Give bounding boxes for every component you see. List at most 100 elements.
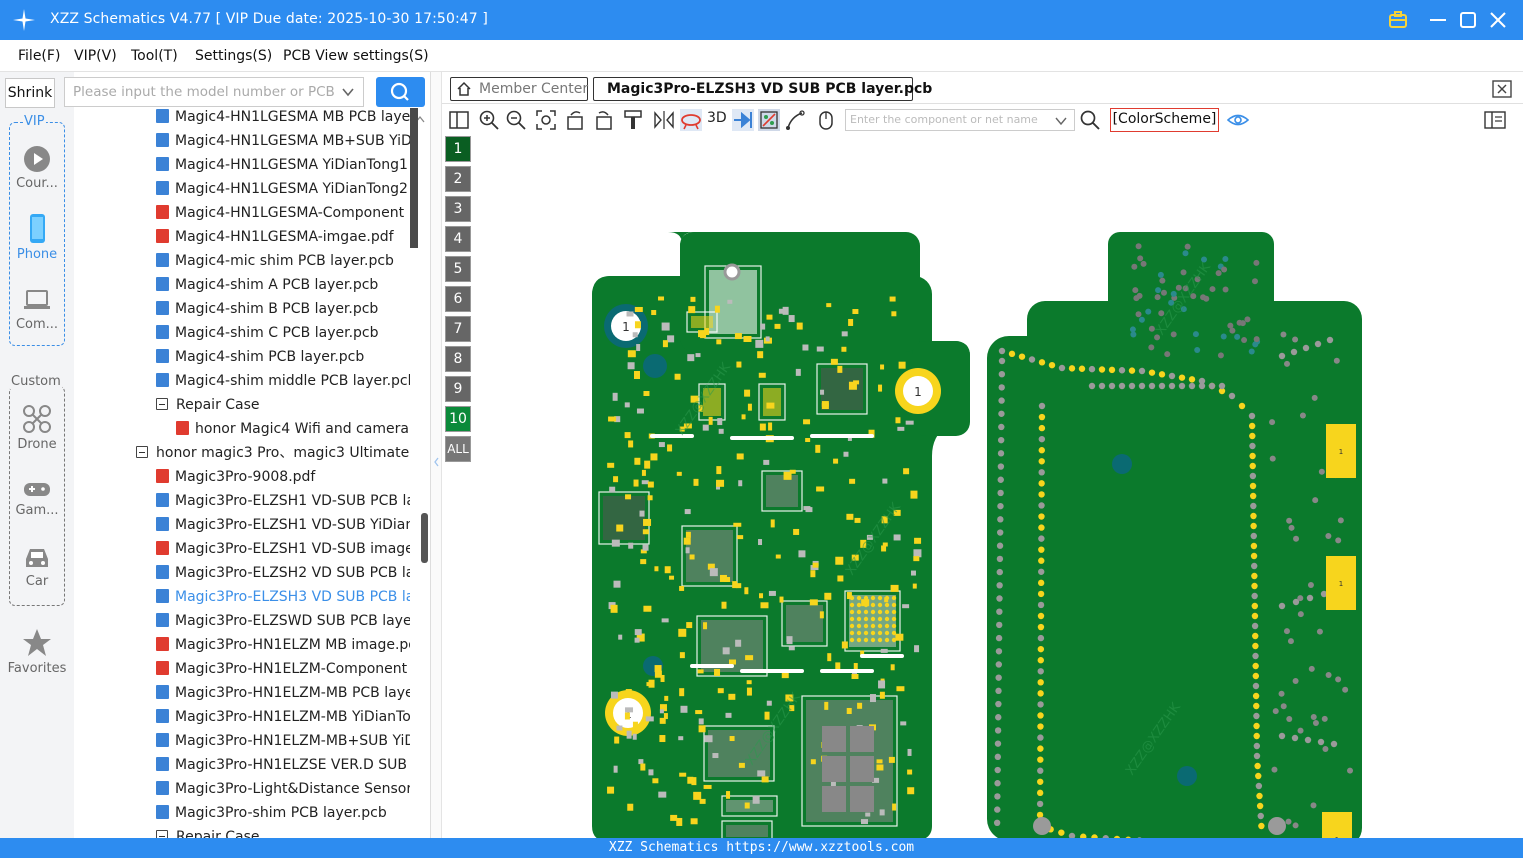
close-button[interactable] xyxy=(1484,6,1512,34)
model-search-input[interactable]: Please input the model number or PCB xyxy=(64,77,364,107)
scrollbar-thumb[interactable] xyxy=(421,513,428,563)
tree-item[interactable]: Magic3Pro-HN1ELZM-MB YiDianTong xyxy=(156,705,410,729)
maximize-button[interactable] xyxy=(1454,6,1482,34)
tree-item[interactable]: Magic4-HN1LGESMA-imgae.pdf xyxy=(156,225,410,249)
layer-button-3[interactable]: 3 xyxy=(445,196,471,222)
briefcase-icon[interactable] xyxy=(1384,6,1412,34)
tree-item-label: Magic3Pro-shim PCB layer.pcb xyxy=(175,805,387,821)
collapse-icon[interactable] xyxy=(136,446,148,458)
tree-item[interactable]: Magic4-HN1LGESMA-Component xyxy=(156,201,410,225)
tree-item[interactable]: Magic3Pro-9008.pdf xyxy=(156,465,410,489)
tree-item[interactable]: Magic3Pro-HN1ELZSE VER.D SUB PCB xyxy=(156,753,410,777)
minimize-button[interactable] xyxy=(1424,6,1452,34)
close-tab-icon[interactable] xyxy=(1492,80,1512,98)
tree-item[interactable]: Magic4-HN1LGESMA MB PCB layer.pcb xyxy=(156,108,410,129)
zoom-in-icon[interactable] xyxy=(478,109,500,131)
mouse-icon[interactable] xyxy=(815,109,837,131)
smd-pad xyxy=(727,299,733,304)
sidebar-item-drone[interactable]: Drone xyxy=(0,403,74,452)
layer-button-all[interactable]: ALL xyxy=(445,436,471,462)
zoom-out-icon[interactable] xyxy=(505,109,527,131)
layer-button-9[interactable]: 9 xyxy=(445,376,471,402)
search-icon[interactable] xyxy=(1079,109,1101,131)
sidebar-item-computer[interactable]: Com... xyxy=(0,285,74,332)
tree-scrollbar[interactable] xyxy=(410,108,430,838)
tree-item[interactable]: honor magic3 Pro、magic3 Ultimate xyxy=(136,441,410,465)
tree-item[interactable]: Magic4-HN1LGESMA YiDianTong2 xyxy=(156,177,410,201)
tree-item[interactable]: Repair Case xyxy=(156,393,410,417)
highlight-net-icon[interactable] xyxy=(732,109,754,131)
layer-button-10[interactable]: 10 xyxy=(445,406,471,432)
layer-button-7[interactable]: 7 xyxy=(445,316,471,342)
3d-view-button[interactable]: 3D xyxy=(707,110,727,126)
chevron-down-icon[interactable] xyxy=(1054,114,1068,128)
menu-file[interactable]: File(F) xyxy=(18,48,60,64)
sidebar-item-car[interactable]: Car xyxy=(0,544,74,589)
sidebar-item-phone[interactable]: Phone xyxy=(0,213,74,262)
tree-item[interactable]: Magic3Pro-ELZSH1 VD-SUB PCB layer xyxy=(156,489,410,513)
eye-icon[interactable] xyxy=(1227,109,1249,131)
tree-item[interactable]: Magic3Pro-ELZSH2 VD SUB PCB layer xyxy=(156,561,410,585)
splitter[interactable] xyxy=(431,72,442,838)
fit-view-icon[interactable] xyxy=(535,109,557,131)
tree-item[interactable]: Magic4-shim A PCB layer.pcb xyxy=(156,273,410,297)
measure-icon[interactable] xyxy=(785,109,807,131)
tree-item[interactable]: Magic4-HN1LGESMA MB+SUB YiDianTong xyxy=(156,129,410,153)
menu-settings[interactable]: Settings(S) xyxy=(195,48,272,64)
smd-pad xyxy=(644,460,651,469)
tree-item[interactable]: Magic3Pro-shim PCB layer.pcb xyxy=(156,801,410,825)
sidebar-item-courses[interactable]: Cour... xyxy=(0,144,74,191)
side-panel-icon[interactable] xyxy=(1484,109,1506,131)
pcb-drawing[interactable]: 111111XZZ@XZZHKXZZ@XZZHKXZZ@XZZHKXZZ@XZZ… xyxy=(442,136,1523,838)
layer-flip-icon[interactable] xyxy=(680,109,702,131)
panel-toggle-icon[interactable] xyxy=(448,109,470,131)
tree-item[interactable]: Magic4-mic shim PCB layer.pcb xyxy=(156,249,410,273)
tree-item[interactable]: Magic3Pro-HN1ELZM-Component xyxy=(156,657,410,681)
tree-item[interactable]: Repair Case xyxy=(156,825,410,838)
smd-pad xyxy=(632,332,638,338)
pcb-canvas[interactable]: 111111XZZ@XZZHKXZZ@XZZHKXZZ@XZZHKXZZ@XZZ… xyxy=(442,136,1523,838)
layer-button-8[interactable]: 8 xyxy=(445,346,471,372)
sidebar-item-game[interactable]: Gam... xyxy=(0,477,74,518)
tree-item[interactable]: Magic3Pro-ELZSH1 VD-SUB image xyxy=(156,537,410,561)
menu-tool[interactable]: Tool(T) xyxy=(131,48,178,64)
rotate-right-icon[interactable] xyxy=(592,109,614,131)
component-search-input[interactable]: Enter the component or net name xyxy=(845,109,1075,131)
menu-pcb-view-settings[interactable]: PCB View settings(S) xyxy=(283,48,429,64)
scrollbar-thumb-left[interactable] xyxy=(410,108,418,248)
tree-item[interactable]: Magic3Pro-ELZSH3 VD SUB PCB layer xyxy=(156,585,410,609)
rotate-left-icon[interactable] xyxy=(565,109,587,131)
tree-item[interactable]: Magic3Pro-Light&Distance Sensor xyxy=(156,777,410,801)
layer-button-2[interactable]: 2 xyxy=(445,166,471,192)
layer-button-4[interactable]: 4 xyxy=(445,226,471,252)
tree-item[interactable]: Magic4-shim PCB layer.pcb xyxy=(156,345,410,369)
board-view-icon[interactable] xyxy=(758,109,780,131)
tree-item[interactable]: Magic4-shim middle PCB layer.pcb xyxy=(156,369,410,393)
sidebar-item-favorites[interactable]: Favorites xyxy=(0,627,74,676)
via xyxy=(996,582,1003,589)
layer-button-1[interactable]: 1 xyxy=(445,136,471,162)
shrink-button[interactable]: Shrink xyxy=(5,78,55,108)
tab-member-center[interactable]: Member Center xyxy=(450,77,588,101)
tree-item[interactable]: Magic3Pro-HN1ELZM MB image.pdf xyxy=(156,633,410,657)
layer-button-5[interactable]: 5 xyxy=(445,256,471,282)
color-scheme-button[interactable]: [ColorScheme] xyxy=(1110,108,1219,132)
tree-item[interactable]: Magic4-shim B PCB layer.pcb xyxy=(156,297,410,321)
mirror-icon[interactable] xyxy=(653,109,675,131)
tree-item[interactable]: honor Magic4 Wifi and camera xyxy=(176,417,410,441)
tree-item[interactable]: Magic3Pro-ELZSH1 VD-SUB YiDianTong xyxy=(156,513,410,537)
via xyxy=(1285,818,1292,825)
chevron-down-icon[interactable] xyxy=(340,84,356,100)
tree-item[interactable]: Magic3Pro-HN1ELZM-MB+SUB YiDianTong xyxy=(156,729,410,753)
collapse-icon[interactable] xyxy=(156,830,168,838)
collapse-icon[interactable] xyxy=(156,398,168,410)
tree-item[interactable]: Magic4-HN1LGESMA YiDianTong1 xyxy=(156,153,410,177)
tab-active-pcb[interactable]: Magic3Pro-ELZSH3 VD SUB PCB layer.pcb xyxy=(593,77,932,101)
search-button[interactable] xyxy=(376,77,425,107)
tree-item[interactable]: Magic4-shim C PCB layer.pcb xyxy=(156,321,410,345)
tree-item[interactable]: Magic3Pro-HN1ELZM-MB PCB layer xyxy=(156,681,410,705)
menu-vip[interactable]: VIP(V) xyxy=(74,48,117,64)
brush-icon[interactable] xyxy=(622,109,644,131)
layer-button-6[interactable]: 6 xyxy=(445,286,471,312)
tree-item[interactable]: Magic3Pro-ELZSWD SUB PCB layer xyxy=(156,609,410,633)
